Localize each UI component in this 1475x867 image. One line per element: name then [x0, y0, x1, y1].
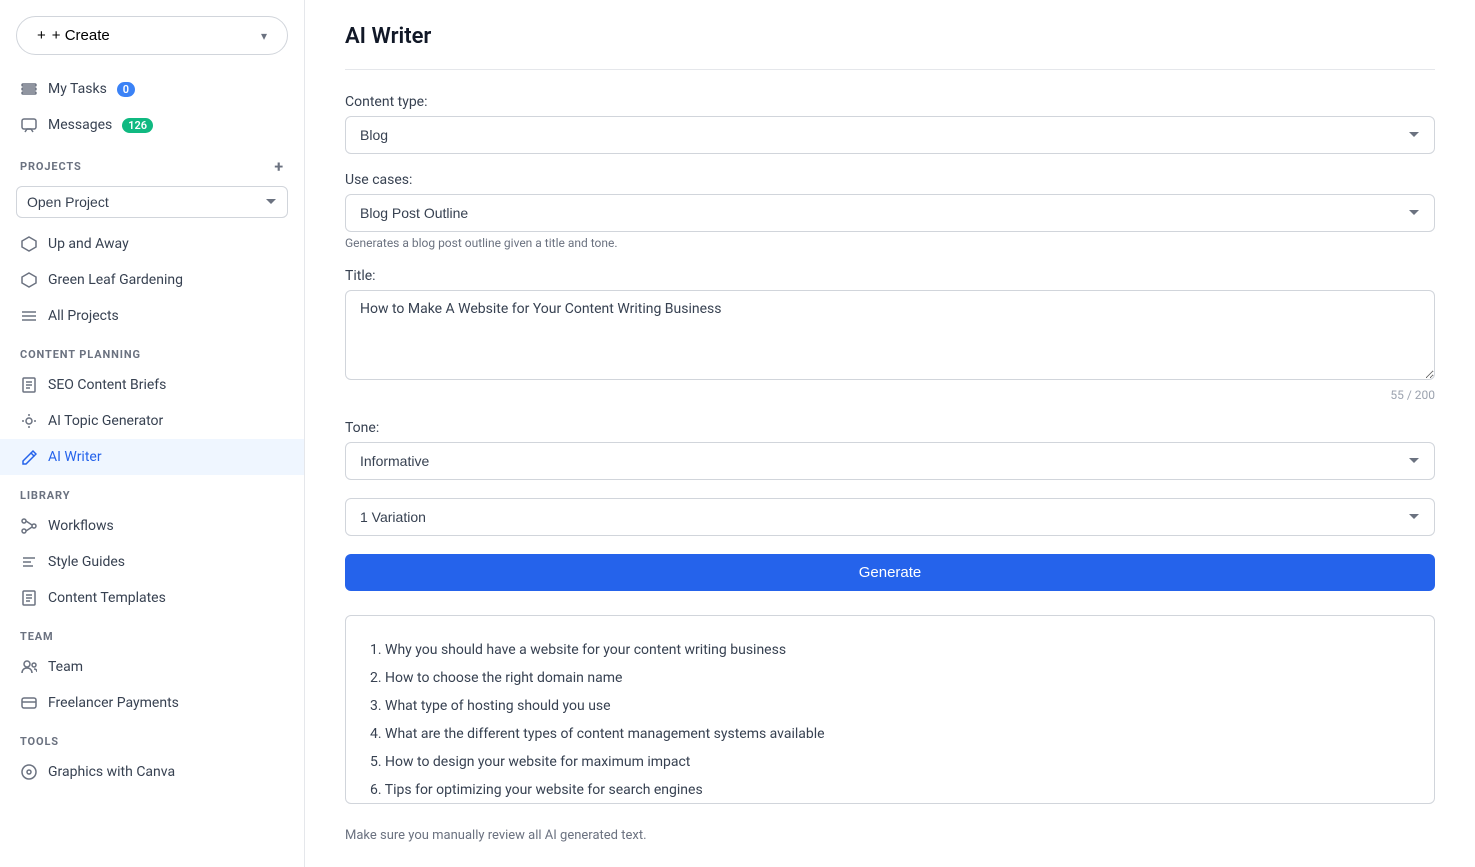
graphics-canva-label: Graphics with Canva	[48, 764, 175, 780]
use-cases-label: Use cases:	[345, 172, 1435, 188]
create-button[interactable]: + + Create ▾	[16, 16, 288, 55]
variation-select[interactable]: 1 Variation 2 Variations 3 Variations	[345, 498, 1435, 536]
sidebar-item-content-templates[interactable]: Content Templates	[0, 580, 304, 616]
team-section-header: TEAM	[0, 616, 304, 649]
my-tasks-badge: 0	[117, 82, 135, 97]
content-templates-icon	[20, 589, 38, 607]
project-icon-1	[20, 235, 38, 253]
all-projects-icon	[20, 307, 38, 325]
output-item-2: 2. How to choose the right domain name	[370, 664, 1410, 692]
output-item-4: 4. What are the different types of conte…	[370, 720, 1410, 748]
open-project-select[interactable]: Open Project	[16, 186, 288, 218]
tasks-icon	[20, 80, 38, 98]
sidebar-item-all-projects[interactable]: All Projects	[0, 298, 304, 334]
output-item-1: 1. Why you should have a website for you…	[370, 636, 1410, 664]
ai-topic-icon	[20, 412, 38, 430]
my-tasks-label: My Tasks	[48, 81, 107, 97]
project-icon-2	[20, 271, 38, 289]
variation-group: 1 Variation 2 Variations 3 Variations	[345, 498, 1435, 536]
chevron-down-icon: ▾	[261, 29, 267, 43]
payments-icon	[20, 694, 38, 712]
output-item-3: 3. What type of hosting should you use	[370, 692, 1410, 720]
title-textarea[interactable]: How to Make A Website for Your Content W…	[345, 290, 1435, 380]
messages-label: Messages	[48, 117, 112, 133]
sidebar-item-graphics-canva[interactable]: Graphics with Canva	[0, 754, 304, 790]
use-cases-select[interactable]: Blog Post Outline Blog Post Introduction…	[345, 194, 1435, 232]
output-item-5: 5. How to design your website for maximu…	[370, 748, 1410, 776]
output-wrapper: 1. Why you should have a website for you…	[345, 615, 1435, 804]
sidebar-item-messages[interactable]: Messages 126	[0, 107, 304, 143]
ai-writer-icon	[20, 448, 38, 466]
add-project-icon[interactable]: +	[274, 157, 284, 176]
content-type-select[interactable]: Blog Article Social Post Email	[345, 116, 1435, 154]
sidebar-item-style-guides[interactable]: Style Guides	[0, 544, 304, 580]
sidebar-item-ai-topic-generator[interactable]: AI Topic Generator	[0, 403, 304, 439]
generate-button[interactable]: Generate	[345, 554, 1435, 591]
page-title: AI Writer	[345, 24, 1435, 49]
create-button-label: + Create	[52, 27, 110, 44]
project-label-1: Up and Away	[48, 236, 129, 252]
content-planning-section-header: CONTENT PLANNING	[0, 334, 304, 367]
tone-group: Tone: Informative Casual Professional Fr…	[345, 420, 1435, 480]
sidebar-item-workflows[interactable]: Workflows	[0, 508, 304, 544]
tone-select[interactable]: Informative Casual Professional Friendly	[345, 442, 1435, 480]
style-guides-icon	[20, 553, 38, 571]
seo-briefs-icon	[20, 376, 38, 394]
library-section-header: LIBRARY	[0, 475, 304, 508]
freelancer-payments-label: Freelancer Payments	[48, 695, 179, 711]
all-projects-label: All Projects	[48, 308, 119, 324]
sidebar-item-green-leaf[interactable]: Green Leaf Gardening	[0, 262, 304, 298]
sidebar-item-my-tasks[interactable]: My Tasks 0	[0, 71, 304, 107]
sidebar: + + Create ▾ My Tasks 0 Messages 126 PRO…	[0, 0, 305, 867]
tools-section-header: TOOLS	[0, 721, 304, 754]
sidebar-item-up-and-away[interactable]: Up and Away	[0, 226, 304, 262]
title-group: Title: How to Make A Website for Your Co…	[345, 268, 1435, 402]
content-type-group: Content type: Blog Article Social Post E…	[345, 94, 1435, 154]
use-cases-group: Use cases: Blog Post Outline Blog Post I…	[345, 172, 1435, 250]
title-label: Title:	[345, 268, 1435, 284]
char-count: 55 / 200	[345, 388, 1435, 402]
workflows-label: Workflows	[48, 518, 114, 534]
disclaimer-text: Make sure you manually review all AI gen…	[345, 828, 1435, 843]
team-icon	[20, 658, 38, 676]
workflows-icon	[20, 517, 38, 535]
content-templates-label: Content Templates	[48, 590, 166, 606]
tone-label: Tone:	[345, 420, 1435, 436]
canva-icon	[20, 763, 38, 781]
output-box: 1. Why you should have a website for you…	[346, 616, 1434, 804]
style-guides-label: Style Guides	[48, 554, 125, 570]
sidebar-item-team[interactable]: Team	[0, 649, 304, 685]
team-label: Team	[48, 659, 83, 675]
main-content: AI Writer Content type: Blog Article Soc…	[305, 0, 1475, 867]
ai-topic-label: AI Topic Generator	[48, 413, 163, 429]
use-cases-hint: Generates a blog post outline given a ti…	[345, 236, 1435, 250]
sidebar-item-ai-writer[interactable]: AI Writer	[0, 439, 304, 475]
messages-icon	[20, 116, 38, 134]
plus-icon: +	[37, 27, 46, 44]
messages-badge: 126	[122, 118, 153, 133]
ai-writer-label: AI Writer	[48, 449, 102, 465]
sidebar-item-seo-content-briefs[interactable]: SEO Content Briefs	[0, 367, 304, 403]
title-divider	[345, 69, 1435, 70]
seo-briefs-label: SEO Content Briefs	[48, 377, 166, 393]
sidebar-item-freelancer-payments[interactable]: Freelancer Payments	[0, 685, 304, 721]
projects-section-header: PROJECTS +	[0, 143, 304, 182]
project-label-2: Green Leaf Gardening	[48, 272, 183, 288]
output-item-6: 6. Tips for optimizing your website for …	[370, 776, 1410, 804]
content-type-label: Content type:	[345, 94, 1435, 110]
